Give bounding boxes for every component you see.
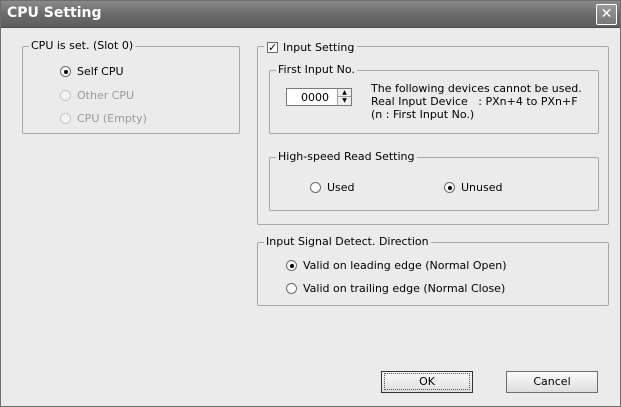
- cancel-button[interactable]: Cancel: [506, 371, 598, 393]
- radio-leading-edge[interactable]: Valid on leading edge (Normal Open): [286, 259, 507, 272]
- radio-used-label: Used: [327, 181, 355, 194]
- radio-trailing-edge[interactable]: Valid on trailing edge (Normal Close): [286, 282, 505, 295]
- input-setting-checkbox-row[interactable]: ✓ Input Setting: [264, 41, 358, 54]
- cancel-button-label: Cancel: [533, 375, 571, 388]
- high-speed-legend: High-speed Read Setting: [276, 150, 417, 163]
- signal-direction-group: Input Signal Detect. Direction: [257, 235, 609, 306]
- radio-trailing-edge-label: Valid on trailing edge (Normal Close): [303, 282, 506, 295]
- first-input-legend: First Input No.: [276, 63, 357, 76]
- radio-cpu-empty-indicator: [60, 113, 71, 124]
- ok-button[interactable]: OK: [381, 371, 473, 393]
- cpu-group-legend: CPU is set. (Slot 0): [29, 39, 136, 52]
- radio-self-cpu-label: Self CPU: [77, 65, 124, 78]
- first-input-note-line3: (n : First Input No.): [371, 108, 475, 121]
- radio-self-cpu-indicator[interactable]: [60, 66, 71, 77]
- close-icon: ✕: [600, 6, 613, 22]
- first-input-stepper[interactable]: ▲ ▼: [286, 88, 352, 106]
- radio-leading-edge-label: Valid on leading edge (Normal Open): [303, 259, 507, 272]
- radio-other-cpu-indicator: [60, 90, 71, 101]
- radio-leading-edge-indicator[interactable]: [286, 260, 297, 271]
- radio-unused-indicator[interactable]: [444, 182, 455, 193]
- radio-cpu-empty-label: CPU (Empty): [77, 112, 147, 125]
- radio-self-cpu[interactable]: Self CPU: [60, 65, 124, 78]
- first-input-note-line2: Real Input Device : PXn+4 to PXn+F: [371, 95, 578, 108]
- radio-other-cpu-label: Other CPU: [77, 89, 135, 102]
- dialog-title: CPU Setting: [7, 5, 102, 21]
- first-input-field[interactable]: [287, 89, 333, 105]
- ok-button-label: OK: [384, 373, 470, 390]
- stepper-buttons[interactable]: ▲ ▼: [337, 89, 351, 105]
- title-bar[interactable]: CPU Setting ✕: [1, 1, 620, 28]
- first-input-note-line1: The following devices cannot be used.: [371, 82, 582, 95]
- check-icon: ✓: [268, 41, 278, 54]
- cpu-setting-dialog: CPU Setting ✕ CPU is set. (Slot 0) Self …: [0, 0, 621, 407]
- signal-direction-legend: Input Signal Detect. Direction: [264, 235, 431, 248]
- radio-unused-label: Unused: [461, 181, 503, 194]
- input-setting-checkbox[interactable]: ✓: [267, 42, 278, 53]
- close-button[interactable]: ✕: [596, 4, 617, 25]
- input-setting-label: Input Setting: [283, 41, 355, 54]
- arrow-down-icon: ▼: [342, 97, 347, 104]
- radio-trailing-edge-indicator[interactable]: [286, 283, 297, 294]
- radio-used-indicator[interactable]: [310, 182, 321, 193]
- stepper-down-button[interactable]: ▼: [337, 97, 351, 105]
- radio-used[interactable]: Used: [310, 181, 355, 194]
- radio-other-cpu: Other CPU: [60, 89, 134, 102]
- arrow-up-icon: ▲: [342, 89, 347, 96]
- radio-cpu-empty: CPU (Empty): [60, 112, 147, 125]
- stepper-up-button[interactable]: ▲: [337, 89, 351, 97]
- radio-unused[interactable]: Unused: [444, 181, 502, 194]
